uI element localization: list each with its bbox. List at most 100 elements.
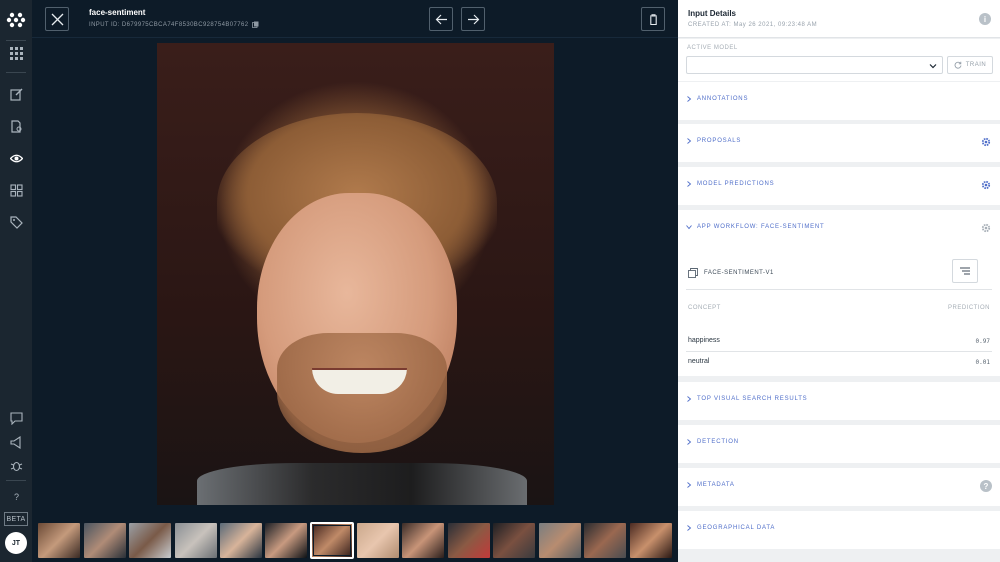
active-model-select[interactable] <box>686 56 943 74</box>
close-icon <box>51 13 63 25</box>
panel-title: Input Details <box>688 9 737 18</box>
modules-icon[interactable] <box>8 182 24 198</box>
rail-divider <box>6 72 26 73</box>
app-workflow-section: APP WORKFLOW: FACE-SENTIMENT FACE-SENTIM… <box>678 210 1000 376</box>
input-image <box>157 43 554 505</box>
previous-input-button[interactable] <box>429 7 453 31</box>
app-title: face-sentiment <box>89 8 146 17</box>
edit-icon[interactable] <box>8 86 24 102</box>
proposals-section[interactable]: PROPOSALS <box>678 124 1000 162</box>
active-model-section: ACTIVE MODEL TRAIN <box>678 39 1000 81</box>
input-details-panel: Input Details CREATED AT: May 26 2021, 0… <box>678 0 1000 562</box>
geographical-data-section[interactable]: GEOGRAPHICAL DATA <box>678 511 1000 549</box>
sort-button[interactable] <box>952 259 978 283</box>
app-workflow-header[interactable]: APP WORKFLOW: FACE-SENTIMENT <box>686 224 825 230</box>
help-icon[interactable]: ? <box>8 488 24 504</box>
train-label: TRAIN <box>965 62 987 68</box>
prediction-column-header: PREDICTION <box>947 305 990 311</box>
thumbnail[interactable] <box>448 523 490 558</box>
prediction-value: 0.97 <box>975 338 990 345</box>
detection-section[interactable]: DETECTION <box>678 425 1000 463</box>
refresh-icon <box>954 61 962 69</box>
eye-icon[interactable] <box>8 150 24 166</box>
tag-icon[interactable] <box>8 214 24 230</box>
copy-icon[interactable] <box>252 21 259 28</box>
model-predictions-section[interactable]: MODEL PREDICTIONS <box>678 167 1000 205</box>
chevron-right-icon <box>687 525 692 531</box>
created-at: CREATED AT: May 26 2021, 09:23:48 AM <box>688 22 818 28</box>
delete-input-button[interactable] <box>641 7 665 31</box>
section-title-top-visual-search: TOP VISUAL SEARCH RESULTS <box>697 396 808 402</box>
user-avatar[interactable]: JT <box>5 532 27 554</box>
input-id: INPUT ID: D679975CBCA74F8530BC928754B077… <box>89 21 259 28</box>
arrow-right-icon <box>467 14 479 24</box>
input-id-text: INPUT ID: D679975CBCA74F8530BC928754B077… <box>89 21 249 28</box>
section-title-proposals: PROPOSALS <box>697 138 742 144</box>
thumbnail[interactable] <box>493 523 535 558</box>
viewer-toolbar: face-sentiment INPUT ID: D679975CBCA74F8… <box>32 0 678 38</box>
annotations-section[interactable]: ANNOTATIONS <box>678 82 1000 120</box>
divider <box>686 289 992 290</box>
layers-icon <box>688 268 698 278</box>
chevron-right-icon <box>687 181 692 187</box>
trash-icon <box>649 13 657 25</box>
thumbnail[interactable] <box>38 523 80 558</box>
thumbnail-active[interactable] <box>310 522 354 559</box>
beta-badge[interactable]: BETA <box>4 512 28 526</box>
concept-name: happiness <box>688 337 720 344</box>
rail-divider <box>6 40 26 41</box>
image-smile-shape <box>312 368 407 394</box>
chevron-right-icon <box>687 96 692 102</box>
workflow-model: FACE-SENTIMENT-V1 <box>688 268 774 278</box>
input-viewer: face-sentiment INPUT ID: D679975CBCA74F8… <box>32 0 678 562</box>
sort-lines-icon <box>960 267 970 275</box>
section-title-app-workflow: APP WORKFLOW: FACE-SENTIMENT <box>697 224 825 230</box>
top-visual-search-section[interactable]: TOP VISUAL SEARCH RESULTS <box>678 382 1000 420</box>
left-nav-rail: ? BETA JT <box>0 0 32 562</box>
chevron-right-icon <box>687 482 692 488</box>
thumbnail-strip <box>32 520 678 560</box>
thumbnail[interactable] <box>129 523 171 558</box>
panel-header: Input Details CREATED AT: May 26 2021, 0… <box>678 0 1000 38</box>
bug-icon[interactable] <box>8 457 24 473</box>
divider <box>686 351 992 352</box>
section-title-model-predictions: MODEL PREDICTIONS <box>697 181 775 187</box>
thumbnail[interactable] <box>220 523 262 558</box>
thumbnail[interactable] <box>175 523 217 558</box>
thumbnail[interactable] <box>630 523 672 558</box>
rail-divider <box>6 480 26 481</box>
workflow-model-name: FACE-SENTIMENT-V1 <box>704 270 774 276</box>
megaphone-icon[interactable] <box>8 434 24 450</box>
help-icon[interactable]: ? <box>980 480 992 492</box>
section-title-annotations: ANNOTATIONS <box>697 96 749 102</box>
gear-icon[interactable] <box>981 223 991 233</box>
gear-icon[interactable] <box>981 137 991 147</box>
arrow-left-icon <box>435 14 447 24</box>
section-title-geographical: GEOGRAPHICAL DATA <box>697 525 776 531</box>
thumbnail[interactable] <box>84 523 126 558</box>
app-window: ? BETA JT face-sentiment INPUT ID: D6799… <box>0 0 1000 562</box>
chevron-down-icon <box>929 64 937 69</box>
chat-icon[interactable] <box>8 410 24 426</box>
gear-icon[interactable] <box>981 180 991 190</box>
next-input-button[interactable] <box>461 7 485 31</box>
thumbnail[interactable] <box>539 523 581 558</box>
section-title-detection: DETECTION <box>697 439 739 445</box>
section-title-metadata: METADATA <box>697 482 735 488</box>
chevron-right-icon <box>687 396 692 402</box>
train-button[interactable]: TRAIN <box>947 56 993 74</box>
thumbnail[interactable] <box>265 523 307 558</box>
thumbnail[interactable] <box>584 523 626 558</box>
chevron-right-icon <box>687 138 692 144</box>
clarifai-logo-icon[interactable] <box>6 10 26 30</box>
concept-column-header: CONCEPT <box>688 305 721 311</box>
thumbnail[interactable] <box>402 523 444 558</box>
chevron-right-icon <box>687 439 692 445</box>
prediction-value: 0.01 <box>975 359 990 366</box>
document-search-icon[interactable] <box>8 118 24 134</box>
apps-grid-icon[interactable] <box>8 45 24 61</box>
metadata-section[interactable]: METADATA ? <box>678 468 1000 506</box>
close-button[interactable] <box>45 7 69 31</box>
info-icon[interactable]: i <box>979 13 991 25</box>
thumbnail[interactable] <box>357 523 399 558</box>
